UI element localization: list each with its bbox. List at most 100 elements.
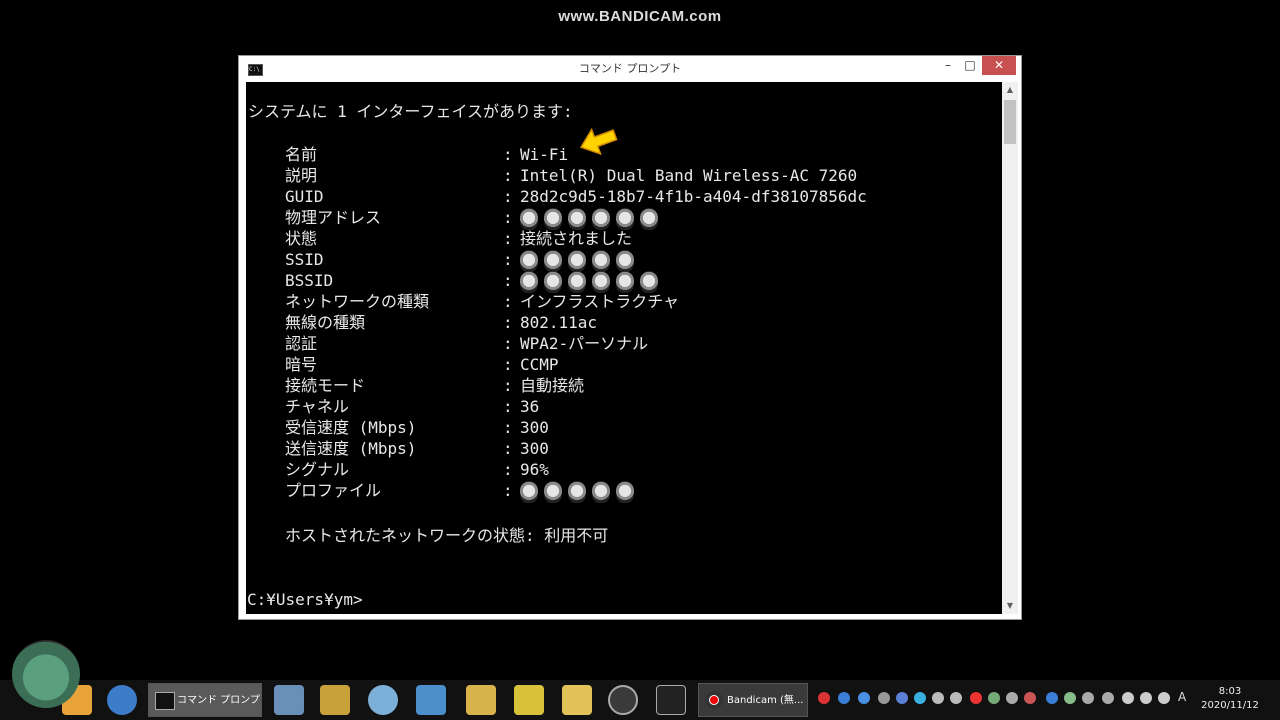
vertical-scrollbar[interactable]: ▲ ▼ bbox=[1002, 82, 1018, 614]
hosted-network-status: ホストされたネットワークの状態: 利用不可 bbox=[285, 526, 609, 545]
row-connection-mode: 接続モード : 自動接続 bbox=[246, 376, 1002, 396]
row-state: 状態 : 接続されました bbox=[246, 229, 1002, 249]
volume-icon[interactable] bbox=[1024, 692, 1036, 704]
tray-app-icon[interactable] bbox=[988, 692, 1000, 704]
window-title: コマンド プロンプト bbox=[578, 62, 682, 75]
row-value: 96% bbox=[520, 460, 549, 479]
row-separator: : bbox=[503, 313, 513, 332]
row-authentication: 認証 : WPA2-パーソナル bbox=[246, 334, 1002, 354]
pen-icon[interactable] bbox=[466, 685, 496, 715]
mask-sticker-icon bbox=[520, 208, 664, 230]
mac-address-masked bbox=[520, 208, 664, 230]
ssid-masked bbox=[520, 250, 640, 272]
taskbar: コマンド プロンプト Bandicam (無... A 8:03 2020/11… bbox=[0, 680, 1280, 720]
row-separator: : bbox=[503, 145, 513, 164]
row-signal: シグナル : 96% bbox=[246, 460, 1002, 480]
maximize-button[interactable]: □ bbox=[959, 56, 981, 75]
cmd-icon bbox=[155, 692, 175, 710]
scroll-thumb[interactable] bbox=[1004, 100, 1016, 144]
row-label: 受信速度 (Mbps) bbox=[285, 418, 417, 437]
minimize-button[interactable]: – bbox=[937, 56, 959, 75]
clock-time: 8:03 bbox=[1218, 686, 1242, 697]
row-label: プロファイル bbox=[285, 481, 382, 500]
tray-app-icon[interactable] bbox=[1006, 692, 1018, 704]
thunderbird-icon[interactable] bbox=[107, 685, 137, 715]
row-separator: : bbox=[503, 439, 513, 458]
input-indicator[interactable]: A bbox=[1178, 690, 1186, 704]
row-value: CCMP bbox=[520, 355, 559, 374]
row-value: 36 bbox=[520, 397, 540, 416]
idk-icon[interactable] bbox=[656, 685, 686, 715]
profile-masked bbox=[520, 481, 640, 503]
row-channel: チャネル : 36 bbox=[246, 397, 1002, 417]
console-output[interactable]: システムに 1 インターフェイスがあります: 名前 : Wi-Fi 説明 : I… bbox=[246, 82, 1002, 614]
tray-app-icon[interactable] bbox=[1082, 692, 1094, 704]
row-separator: : bbox=[503, 334, 513, 353]
row-label: ネットワークの種類 bbox=[285, 292, 430, 311]
calculator-icon[interactable] bbox=[274, 685, 304, 715]
close-button[interactable]: ✕ bbox=[982, 56, 1016, 75]
notes-icon[interactable] bbox=[320, 685, 350, 715]
taskbar-bandicam-button[interactable]: Bandicam (無... bbox=[698, 683, 808, 717]
folder-icon[interactable] bbox=[562, 685, 592, 715]
paint-icon[interactable] bbox=[368, 685, 398, 715]
window-titlebar[interactable]: C:\ コマンド プロンプト – □ ✕ bbox=[239, 56, 1021, 82]
row-ssid: SSID : bbox=[246, 250, 1002, 272]
row-value: Wi-Fi bbox=[520, 145, 569, 164]
app-circle-icon[interactable] bbox=[608, 685, 638, 715]
row-label: 説明 bbox=[285, 166, 318, 185]
command-prompt-window[interactable]: C:\ コマンド プロンプト – □ ✕ システムに 1 インターフェイスがあり… bbox=[238, 55, 1022, 620]
row-value: インフラストラクチャ bbox=[520, 292, 680, 311]
streamer-avatar bbox=[12, 640, 80, 708]
hex-editor-icon[interactable] bbox=[514, 685, 544, 715]
row-label: 認証 bbox=[285, 334, 318, 353]
bssid-masked bbox=[520, 271, 664, 293]
row-label: SSID bbox=[285, 250, 324, 269]
taskbar-bandicam-label: Bandicam (無... bbox=[727, 695, 804, 706]
command-prompt-line[interactable]: C:¥Users¥ym> bbox=[247, 590, 363, 610]
taskbar-cmd-label: コマンド プロンプト bbox=[177, 695, 262, 706]
row-label: 物理アドレス bbox=[285, 208, 382, 227]
cloud-icon[interactable] bbox=[914, 692, 926, 704]
bandicam-watermark: www.BANDICAM.com bbox=[558, 8, 722, 25]
tray-record-icon[interactable] bbox=[818, 692, 830, 704]
scroll-up-arrow-icon[interactable]: ▲ bbox=[1002, 82, 1018, 98]
row-value: Intel(R) Dual Band Wireless-AC 7260 bbox=[520, 166, 858, 185]
row-label: 名前 bbox=[285, 145, 318, 164]
row-label: 暗号 bbox=[285, 355, 318, 374]
tray-app-icon[interactable] bbox=[858, 692, 870, 704]
bluetooth-icon[interactable] bbox=[896, 692, 908, 704]
row-label: 状態 bbox=[285, 229, 318, 248]
row-profile: プロファイル : bbox=[246, 481, 1002, 503]
row-value: 自動接続 bbox=[520, 376, 585, 395]
cloud-icon[interactable] bbox=[932, 692, 944, 704]
row-cipher: 暗号 : CCMP bbox=[246, 355, 1002, 375]
mask-sticker-icon bbox=[520, 250, 640, 272]
flag-icon[interactable] bbox=[1102, 692, 1114, 704]
row-receive-rate: 受信速度 (Mbps) : 300 bbox=[246, 418, 1002, 438]
row-label: GUID bbox=[285, 187, 324, 206]
row-separator: : bbox=[503, 229, 513, 248]
interface-count-line: システムに 1 インターフェイスがあります: bbox=[248, 102, 573, 121]
row-transmit-rate: 送信速度 (Mbps) : 300 bbox=[246, 439, 1002, 459]
tray-app-icon[interactable] bbox=[838, 692, 850, 704]
monitor-icon[interactable] bbox=[1046, 692, 1058, 704]
cloud-icon[interactable] bbox=[950, 692, 962, 704]
tray-app-icon[interactable] bbox=[1064, 692, 1076, 704]
clock-date: 2020/11/12 bbox=[1201, 700, 1259, 711]
tray-up-icon[interactable] bbox=[878, 692, 890, 704]
speaker-icon[interactable] bbox=[1140, 692, 1152, 704]
clock[interactable]: 8:03 2020/11/12 bbox=[1196, 685, 1264, 713]
scroll-down-arrow-icon[interactable]: ▼ bbox=[1002, 598, 1018, 614]
row-name: 名前 : Wi-Fi bbox=[246, 145, 1002, 165]
signal-icon[interactable] bbox=[1122, 692, 1134, 704]
row-separator: : bbox=[503, 397, 513, 416]
taskbar-cmd-button[interactable]: コマンド プロンプト bbox=[148, 683, 262, 717]
antivirus-icon[interactable] bbox=[970, 692, 982, 704]
row-value: 接続されました bbox=[520, 229, 633, 248]
row-label: 送信速度 (Mbps) bbox=[285, 439, 417, 458]
row-physical-address: 物理アドレス : bbox=[246, 208, 1002, 230]
row-value: 300 bbox=[520, 439, 549, 458]
document-icon[interactable] bbox=[416, 685, 446, 715]
network-icon[interactable] bbox=[1158, 692, 1170, 704]
